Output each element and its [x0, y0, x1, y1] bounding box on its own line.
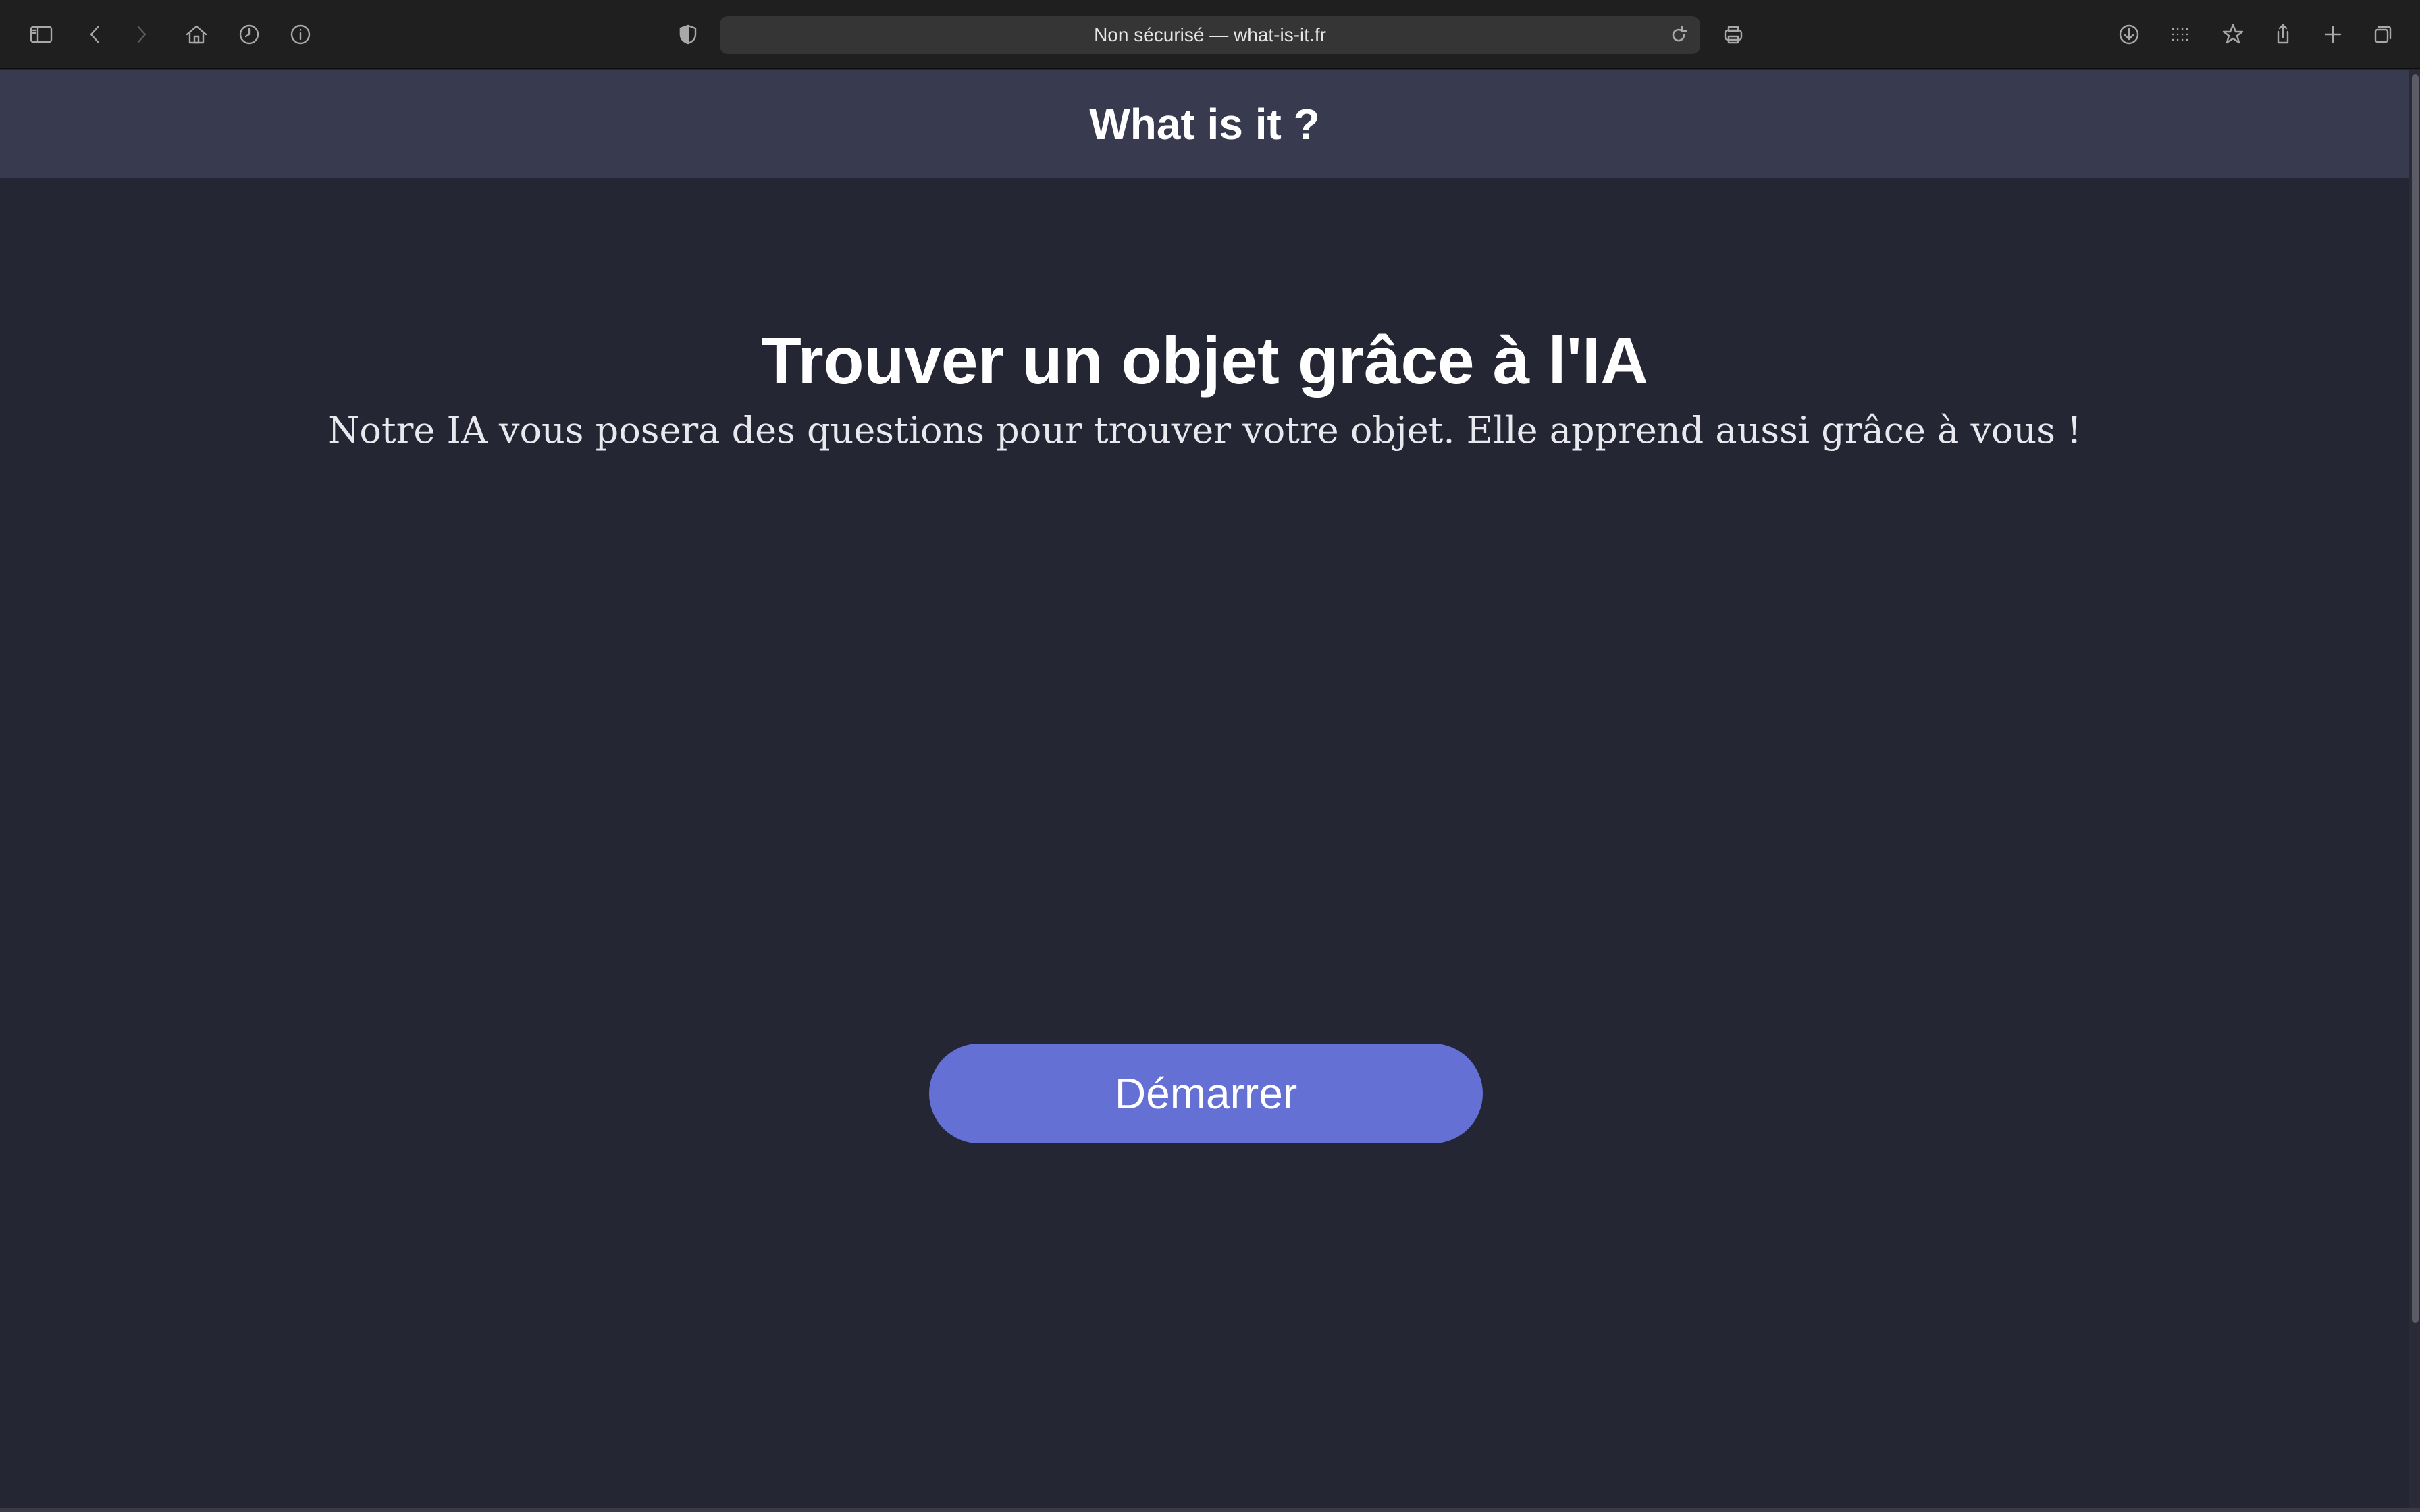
clock-icon [239, 24, 259, 45]
address-bar[interactable]: Non sécurisé — what-is-it.fr [720, 16, 1700, 54]
history-button[interactable] [230, 15, 269, 54]
forward-button[interactable] [122, 15, 161, 54]
info-icon [290, 24, 311, 45]
share-button[interactable] [2263, 15, 2303, 54]
back-button[interactable] [76, 15, 115, 54]
downloads-button[interactable] [2109, 15, 2149, 54]
scrollbar-thumb[interactable] [2412, 74, 2419, 1323]
app-title: What is it ? [1089, 100, 1320, 148]
reload-icon[interactable] [1665, 22, 1692, 49]
window-bottom-edge [0, 1508, 2420, 1512]
grid-icon [2172, 28, 2188, 41]
sidebar-icon[interactable] [22, 15, 61, 54]
app-header: What is it ? [0, 70, 2409, 178]
star-icon [2222, 24, 2244, 44]
print-button[interactable] [1714, 15, 1753, 54]
address-text: Non sécurisé — what-is-it.fr [1094, 24, 1326, 45]
hero-subtitle: Notre IA vous posera des questions pour … [327, 409, 2082, 452]
plus-icon [2324, 26, 2342, 43]
privacy-report-button[interactable] [668, 15, 708, 54]
home-button[interactable] [177, 15, 216, 54]
hero-title: Trouver un objet grâce à l'IA [761, 323, 1648, 398]
download-icon [2119, 24, 2139, 45]
home-icon [186, 25, 207, 44]
shield-icon [679, 24, 697, 45]
new-tab-button[interactable] [2313, 15, 2352, 54]
info-button[interactable] [281, 15, 320, 54]
share-icon [2277, 24, 2289, 44]
tab-overview-button[interactable] [2363, 15, 2402, 54]
tabs-overview-icon [2374, 26, 2392, 43]
chevron-left-icon [90, 26, 99, 43]
main-content: Trouver un objet grâce à l'IA Notre IA v… [0, 178, 2409, 1508]
grid-button[interactable] [2161, 15, 2200, 54]
bookmark-button[interactable] [2213, 15, 2253, 54]
printer-icon [1724, 26, 1743, 44]
browser-toolbar: Non sécurisé — what-is-it.fr [0, 0, 2420, 69]
start-button[interactable]: Démarrer [929, 1044, 1483, 1143]
chevron-right-icon [137, 26, 147, 43]
